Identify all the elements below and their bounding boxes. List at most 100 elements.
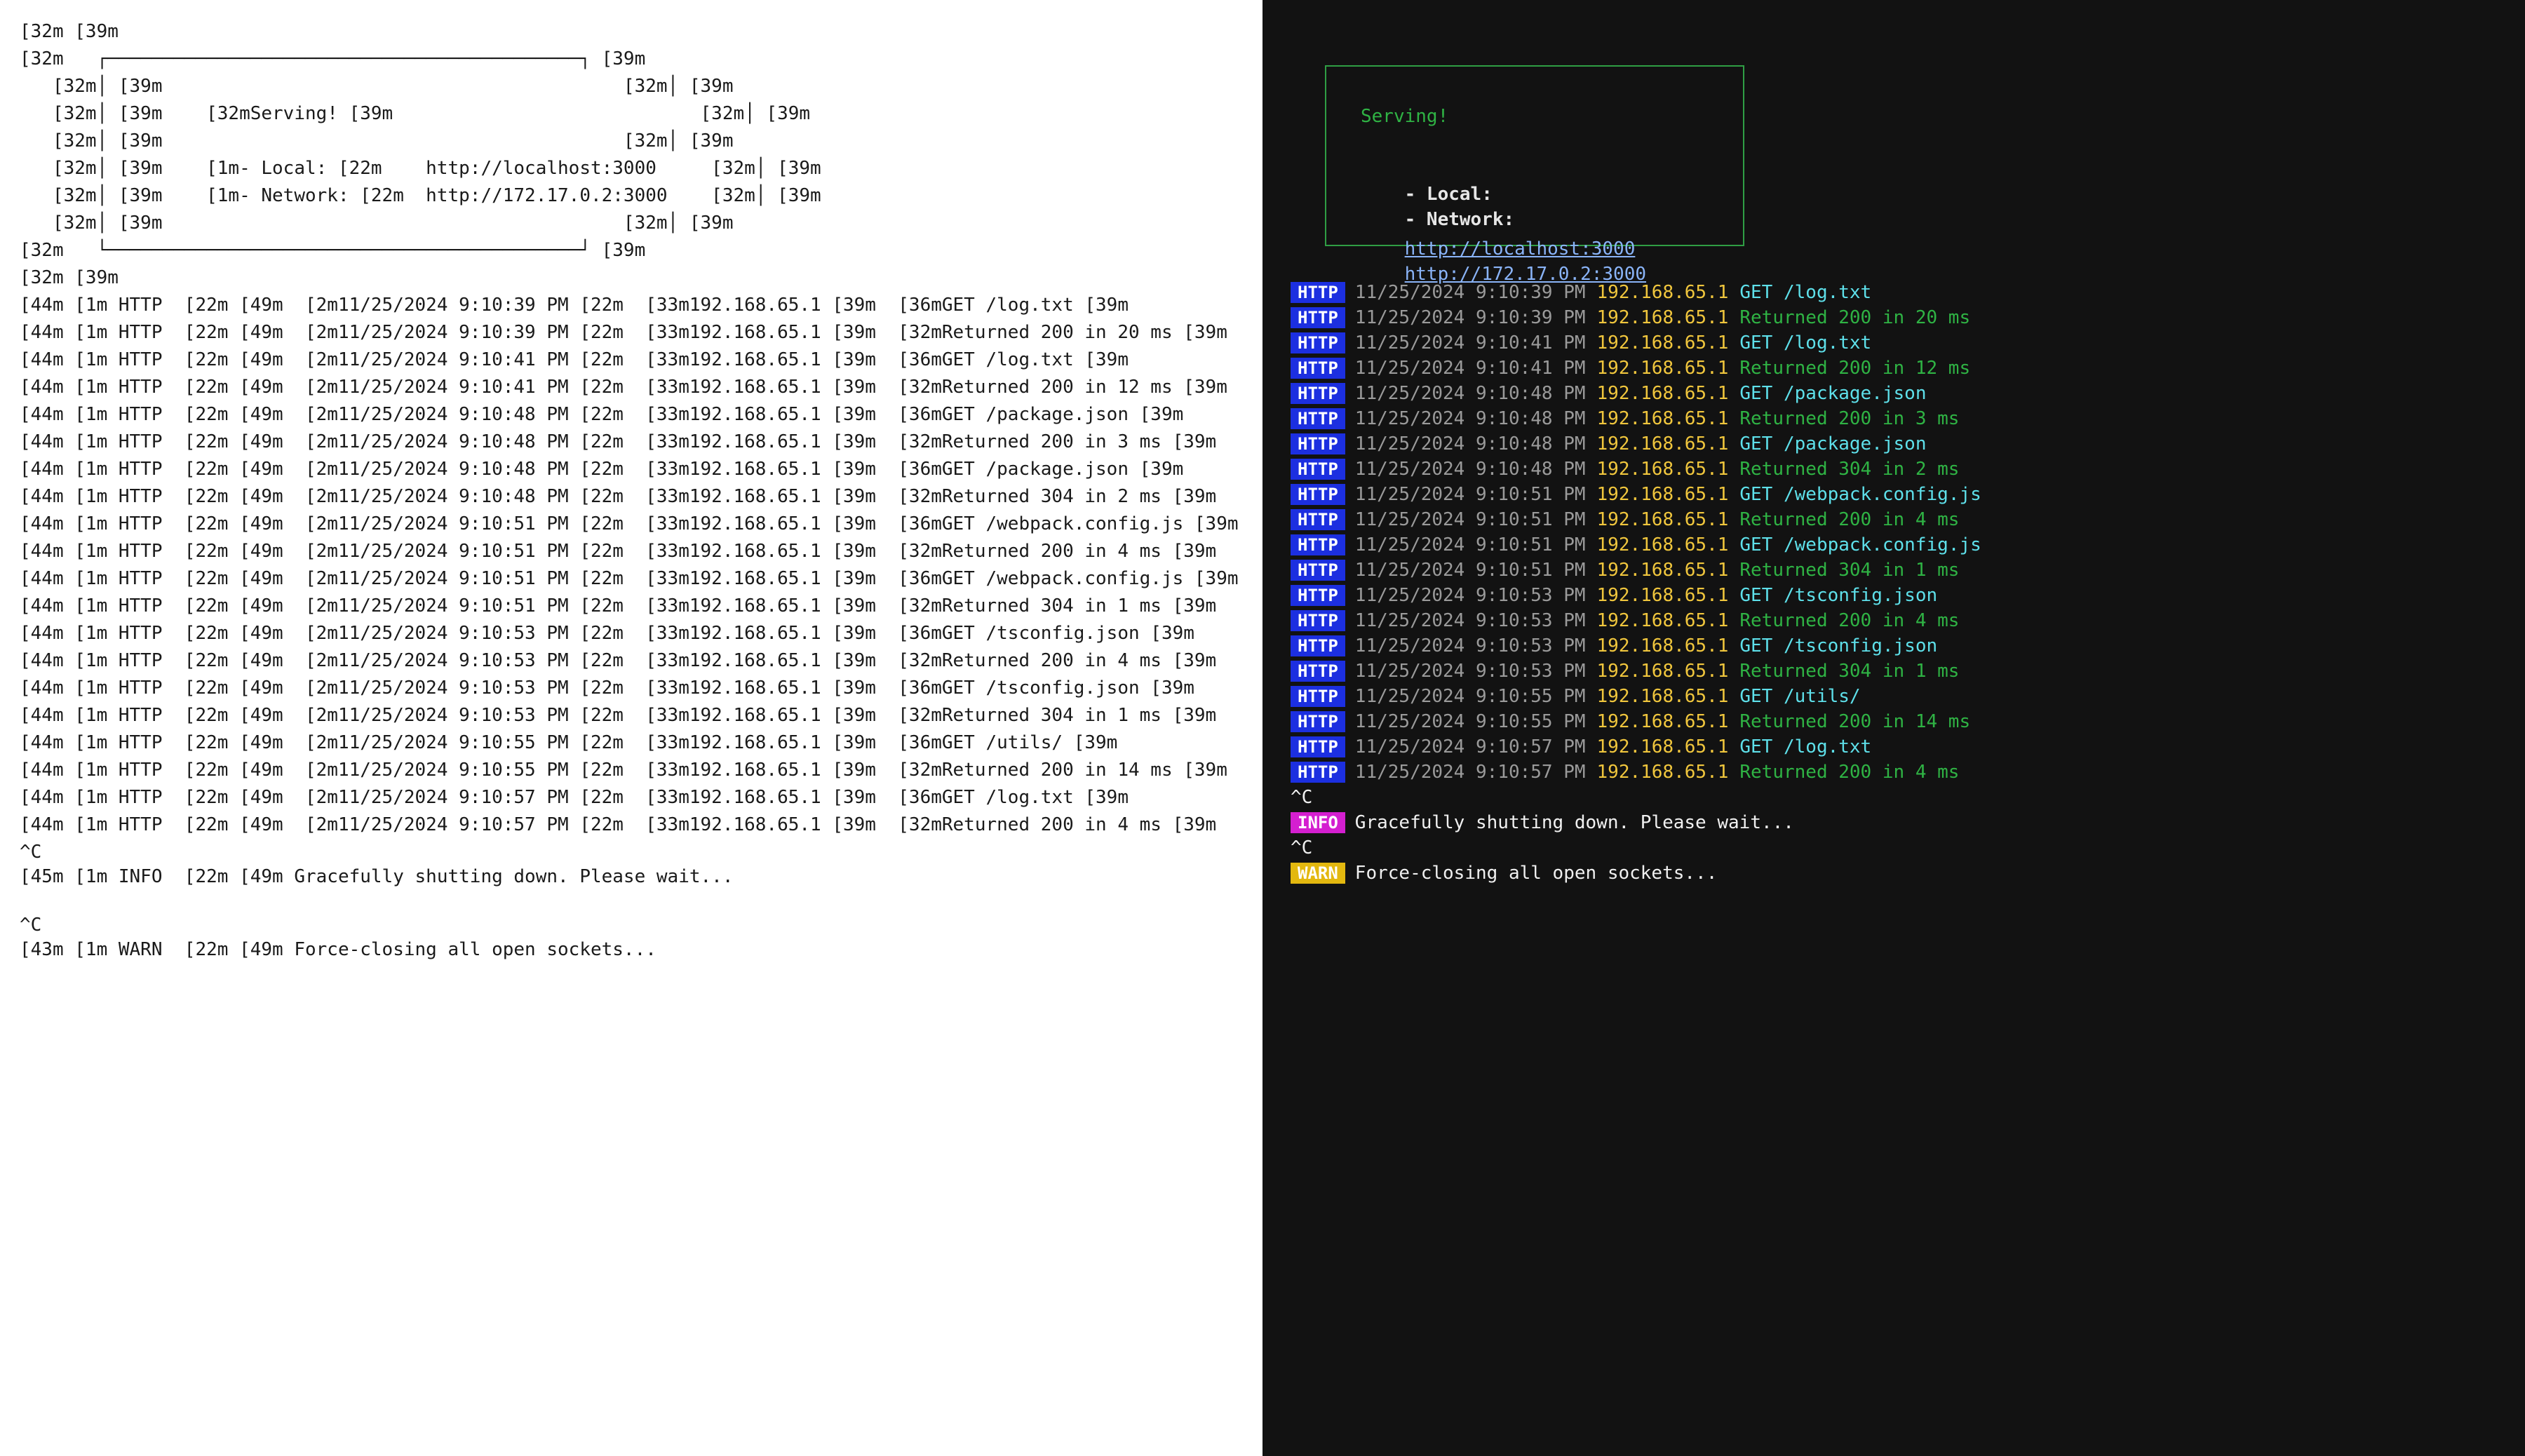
http-badge: HTTP xyxy=(1291,282,1345,303)
log-message: Returned 200 in 12 ms xyxy=(1739,358,1971,379)
log-timestamp: 11/25/2024 9:10:48 PM xyxy=(1354,433,1586,454)
log-message: GET /webpack.config.js xyxy=(1739,484,1981,505)
log-message: GET /log.txt xyxy=(1739,736,1872,757)
raw-log-line: [44m [1m HTTP [22m [49m [2m11/25/2024 9:… xyxy=(20,760,1227,781)
log-ip: 192.168.65.1 xyxy=(1596,534,1729,555)
log-timestamp: 11/25/2024 9:10:48 PM xyxy=(1354,408,1586,429)
raw-log-line: [44m [1m HTTP [22m [49m [2m11/25/2024 9:… xyxy=(20,541,1217,562)
log-ip: 192.168.65.1 xyxy=(1596,560,1729,581)
http-badge: HTTP xyxy=(1291,560,1345,581)
raw-header-line: [32m [39m xyxy=(20,21,119,42)
log-timestamp: 11/25/2024 9:10:53 PM xyxy=(1354,635,1586,656)
raw-header-line: [32m └──────────────────────────────────… xyxy=(20,240,646,261)
interrupt-line: ^C xyxy=(1291,784,1312,811)
raw-log-line: [44m [1m HTTP [22m [49m [2m11/25/2024 9:… xyxy=(20,486,1217,507)
log-row: HTTP 11/25/2024 9:10:48 PM 192.168.65.1 GET… xyxy=(1291,431,1926,458)
log-timestamp: 11/25/2024 9:10:48 PM xyxy=(1354,383,1586,404)
raw-log-line: [44m [1m HTTP [22m [49m [2m11/25/2024 9:… xyxy=(20,787,1129,808)
raw-header-line: [32m│ [39m [1m- Local: [22m http://local… xyxy=(20,158,821,179)
log-ip: 192.168.65.1 xyxy=(1596,408,1729,429)
serving-label: Serving! xyxy=(1361,106,1449,127)
log-row: HTTP 11/25/2024 9:10:51 PM 192.168.65.1 GET… xyxy=(1291,481,1981,508)
log-row: HTTP 11/25/2024 9:10:53 PM 192.168.65.1 Ret… xyxy=(1291,658,1959,685)
status-line: INFO Gracefully shutting down. Please wai… xyxy=(1291,809,1794,837)
log-row: HTTP 11/25/2024 9:10:48 PM 192.168.65.1 Ret… xyxy=(1291,456,1959,483)
log-ip: 192.168.65.1 xyxy=(1596,509,1729,530)
status-message: Gracefully shutting down. Please wait... xyxy=(1354,812,1794,833)
log-message: GET /package.json xyxy=(1739,433,1927,454)
warn-badge: WARN xyxy=(1291,863,1345,884)
log-message: GET /package.json xyxy=(1739,383,1927,404)
log-ip: 192.168.65.1 xyxy=(1596,686,1729,707)
raw-log-line: [44m [1m HTTP [22m [49m [2m11/25/2024 9:… xyxy=(20,595,1217,616)
info-badge: INFO xyxy=(1291,812,1345,833)
log-ip: 192.168.65.1 xyxy=(1596,383,1729,404)
raw-tail-line: [43m [1m WARN [22m [49m Force-closing al… xyxy=(20,939,656,960)
log-message: Returned 200 in 4 ms xyxy=(1739,509,1960,530)
log-message: GET /log.txt xyxy=(1739,332,1872,353)
raw-log-line: [44m [1m HTTP [22m [49m [2m11/25/2024 9:… xyxy=(20,705,1217,726)
http-badge: HTTP xyxy=(1291,585,1345,606)
log-ip: 192.168.65.1 xyxy=(1596,433,1729,454)
raw-log-line: [44m [1m HTTP [22m [49m [2m11/25/2024 9:… xyxy=(20,295,1129,316)
log-ip: 192.168.65.1 xyxy=(1596,282,1729,303)
http-badge: HTTP xyxy=(1291,711,1345,732)
log-timestamp: 11/25/2024 9:10:51 PM xyxy=(1354,534,1586,555)
raw-header-line: [32m│ [39m [32mServing! [39m [32m│ [39m xyxy=(20,103,811,124)
raw-log-line: [44m [1m HTTP [22m [49m [2m11/25/2024 9:… xyxy=(20,322,1227,343)
http-badge: HTTP xyxy=(1291,610,1345,631)
raw-tail-line: [45m [1m INFO [22m [49m Gracefully shutt… xyxy=(20,866,734,887)
http-badge: HTTP xyxy=(1291,433,1345,454)
log-message: GET /log.txt xyxy=(1739,282,1872,303)
log-row: HTTP 11/25/2024 9:10:39 PM 192.168.65.1 GET… xyxy=(1291,279,1871,306)
log-row: HTTP 11/25/2024 9:10:57 PM 192.168.65.1 Ret… xyxy=(1291,759,1959,786)
log-timestamp: 11/25/2024 9:10:57 PM xyxy=(1354,762,1586,783)
log-ip: 192.168.65.1 xyxy=(1596,610,1729,631)
log-row: HTTP 11/25/2024 9:10:55 PM 192.168.65.1 GET… xyxy=(1291,683,1861,710)
log-message: GET /utils/ xyxy=(1739,686,1861,707)
log-row: HTTP 11/25/2024 9:10:48 PM 192.168.65.1 Ret… xyxy=(1291,405,1959,433)
log-timestamp: 11/25/2024 9:10:57 PM xyxy=(1354,736,1586,757)
log-message: Returned 200 in 4 ms xyxy=(1739,762,1960,783)
raw-header-line: [32m│ [39m [32m│ [39m xyxy=(20,130,734,151)
http-badge: HTTP xyxy=(1291,332,1345,353)
log-row: HTTP 11/25/2024 9:10:39 PM 192.168.65.1 Ret… xyxy=(1291,304,1970,332)
raw-header-line: [32m│ [39m [32m│ [39m xyxy=(20,213,734,234)
log-ip: 192.168.65.1 xyxy=(1596,358,1729,379)
log-message: GET /tsconfig.json xyxy=(1739,585,1938,606)
log-row: HTTP 11/25/2024 9:10:51 PM 192.168.65.1 GET… xyxy=(1291,532,1981,559)
log-ip: 192.168.65.1 xyxy=(1596,711,1729,732)
raw-log-line: [44m [1m HTTP [22m [49m [2m11/25/2024 9:… xyxy=(20,431,1217,452)
rendered-terminal-pane[interactable]: Serving! - Local: http://localhost:3000 … xyxy=(1262,0,2525,1456)
log-message: Returned 304 in 1 ms xyxy=(1739,661,1960,682)
log-timestamp: 11/25/2024 9:10:51 PM xyxy=(1354,509,1586,530)
raw-log-line: [44m [1m HTTP [22m [49m [2m11/25/2024 9:… xyxy=(20,623,1194,644)
raw-log-line: [44m [1m HTTP [22m [49m [2m11/25/2024 9:… xyxy=(20,568,1239,589)
raw-tail-line: ^C xyxy=(20,915,42,936)
interrupt-line: ^C xyxy=(1291,835,1312,862)
status-message: Force-closing all open sockets... xyxy=(1354,863,1718,884)
log-timestamp: 11/25/2024 9:10:53 PM xyxy=(1354,661,1586,682)
raw-header-line: [32m [39m xyxy=(20,267,119,288)
log-message: Returned 200 in 14 ms xyxy=(1739,711,1971,732)
raw-log-line: [44m [1m HTTP [22m [49m [2m11/25/2024 9:… xyxy=(20,650,1217,671)
http-badge: HTTP xyxy=(1291,358,1345,379)
log-row: HTTP 11/25/2024 9:10:57 PM 192.168.65.1 GET… xyxy=(1291,734,1871,761)
log-row: HTTP 11/25/2024 9:10:51 PM 192.168.65.1 Ret… xyxy=(1291,506,1959,534)
log-ip: 192.168.65.1 xyxy=(1596,585,1729,606)
raw-log-line: [44m [1m HTTP [22m [49m [2m11/25/2024 9:… xyxy=(20,513,1239,534)
raw-terminal-pane[interactable]: [32m [39m [32m ┌─────────────────────────… xyxy=(0,0,1262,1456)
log-ip: 192.168.65.1 xyxy=(1596,635,1729,656)
raw-log-line: [44m [1m HTTP [22m [49m [2m11/25/2024 9:… xyxy=(20,459,1184,480)
interrupt-text: ^C xyxy=(1291,837,1313,858)
http-badge: HTTP xyxy=(1291,736,1345,757)
log-timestamp: 11/25/2024 9:10:51 PM xyxy=(1354,484,1586,505)
log-message: GET /tsconfig.json xyxy=(1739,635,1938,656)
log-ip: 192.168.65.1 xyxy=(1596,307,1729,328)
log-timestamp: 11/25/2024 9:10:41 PM xyxy=(1354,332,1586,353)
log-ip: 192.168.65.1 xyxy=(1596,459,1729,480)
log-row: HTTP 11/25/2024 9:10:53 PM 192.168.65.1 GET… xyxy=(1291,582,1937,609)
log-message: Returned 200 in 4 ms xyxy=(1739,610,1960,631)
log-ip: 192.168.65.1 xyxy=(1596,762,1729,783)
network-label: - Network: xyxy=(1404,209,1515,230)
